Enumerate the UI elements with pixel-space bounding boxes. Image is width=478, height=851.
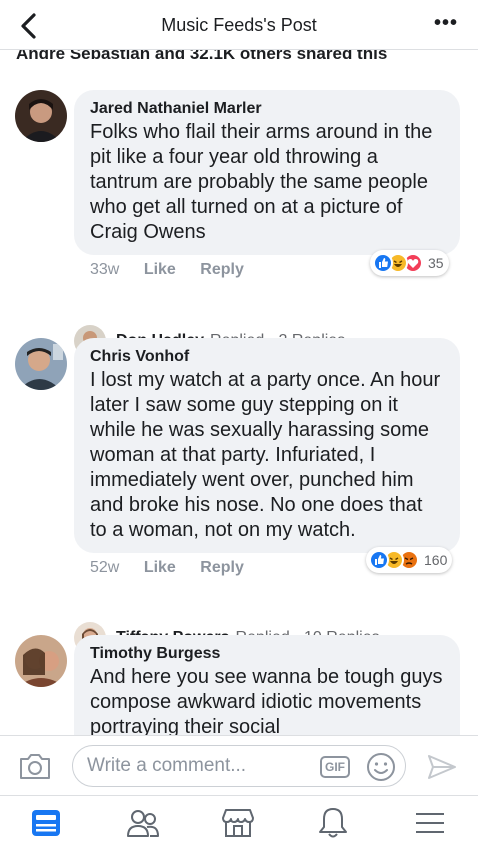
- tab-menu[interactable]: [412, 806, 448, 840]
- marketplace-icon: [222, 809, 254, 837]
- avatar[interactable]: [15, 338, 67, 390]
- smiley-icon: [367, 753, 395, 781]
- news-feed-icon: [32, 810, 60, 836]
- like-reaction-icon: [369, 550, 389, 570]
- comment-author[interactable]: Jared Nathaniel Marler: [90, 100, 444, 118]
- comment-text: I lost my watch at a party once. An hour…: [90, 369, 441, 541]
- menu-icon: [416, 813, 444, 833]
- avatar-image: [15, 338, 67, 390]
- gif-button[interactable]: GIF: [320, 756, 350, 778]
- comment-author[interactable]: Timothy Burgess: [90, 645, 444, 663]
- comment-input[interactable]: [72, 745, 406, 787]
- comment-bubble[interactable]: Chris Vonhof I lost my watch at a party …: [74, 338, 460, 553]
- send-button[interactable]: [426, 753, 458, 781]
- bell-icon: [319, 808, 347, 838]
- comment-text: Folks who flail their arms around in the…: [90, 121, 433, 243]
- like-button[interactable]: Like: [144, 559, 176, 576]
- comment-time: 33w: [90, 261, 120, 278]
- reactions-summary[interactable]: 35: [370, 250, 449, 276]
- comment-composer: GIF: [0, 735, 478, 795]
- camera-icon: [20, 754, 50, 779]
- tab-friends[interactable]: [125, 806, 161, 840]
- avatar[interactable]: [15, 635, 67, 687]
- tab-news-feed[interactable]: [28, 806, 64, 840]
- page-title: Music Feeds's Post: [161, 15, 317, 35]
- post-header: Music Feeds's Post •••: [0, 0, 478, 50]
- avatar-image: [15, 90, 67, 142]
- comments-feed[interactable]: Andre Sebastian and 32.1K others shared …: [0, 40, 478, 735]
- comment-author[interactable]: Chris Vonhof: [90, 348, 444, 366]
- emoji-button[interactable]: [366, 752, 396, 782]
- reactions-summary[interactable]: 160: [366, 547, 453, 573]
- comment-actions: 33w Like Reply: [90, 261, 264, 279]
- reaction-count: 160: [424, 552, 448, 568]
- like-reaction-icon: [373, 253, 393, 273]
- camera-button[interactable]: [18, 751, 52, 781]
- comment-actions: 52w Like Reply: [90, 559, 264, 577]
- avatar[interactable]: [15, 90, 67, 142]
- friends-icon: [127, 810, 159, 837]
- bottom-tab-bar: [0, 795, 478, 851]
- comment-time: 52w: [90, 559, 120, 576]
- comment-bubble[interactable]: Jared Nathaniel Marler Folks who flail t…: [74, 90, 460, 255]
- reply-button[interactable]: Reply: [200, 261, 244, 278]
- tab-notifications[interactable]: [315, 806, 351, 840]
- reaction-count: 35: [428, 255, 444, 271]
- like-button[interactable]: Like: [144, 261, 176, 278]
- tab-marketplace[interactable]: [220, 806, 256, 840]
- more-options-button[interactable]: •••: [428, 10, 464, 40]
- reply-button[interactable]: Reply: [200, 559, 244, 576]
- avatar-image: [15, 635, 67, 687]
- comment-text: And here you see wanna be tough guys com…: [90, 666, 443, 735]
- send-icon: [428, 755, 456, 779]
- comment-bubble[interactable]: Timothy Burgess And here you see wanna b…: [74, 635, 460, 735]
